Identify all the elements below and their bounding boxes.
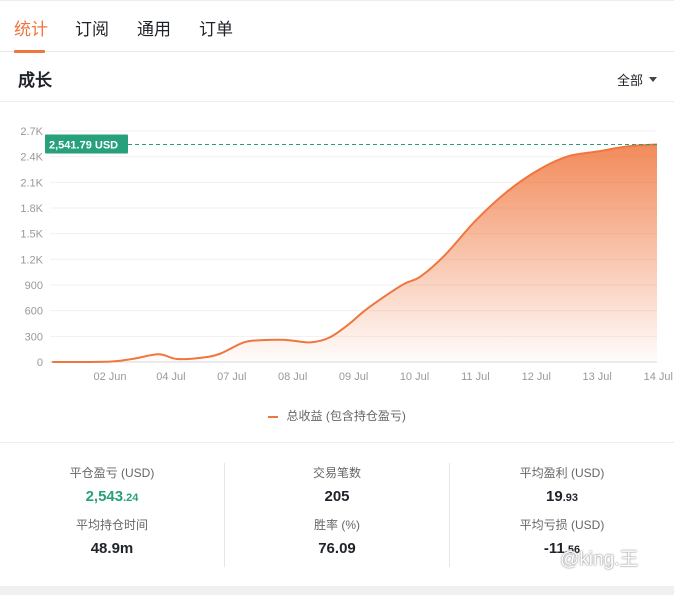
- current-value-label: 2,541.79 USD: [49, 140, 118, 152]
- x-tick-label: 04 Jul: [156, 371, 185, 383]
- stat-label: 胜率 (%): [314, 518, 360, 532]
- y-tick-label: 300: [25, 331, 43, 343]
- stat-trade-count: 交易笔数 205: [225, 464, 449, 505]
- tab-orders[interactable]: 订单: [199, 15, 233, 40]
- x-tick-label: 07 Jul: [217, 371, 246, 383]
- stat-label: 平均盈利 (USD): [519, 466, 605, 480]
- stat-value: 48.9m: [90, 540, 134, 557]
- legend-swatch: [268, 415, 279, 418]
- y-tick-label: 1.8K: [20, 203, 43, 215]
- x-tick-label: 11 Jul: [461, 371, 490, 383]
- tab-bar: 统计 订阅 通用 订单: [0, 0, 674, 53]
- tab-general[interactable]: 通用: [137, 15, 171, 40]
- legend-label: 总收益 (包含持仓盈亏): [286, 409, 406, 423]
- stats-column-middle: 交易笔数 205 胜率 (%) 76.09: [225, 455, 449, 567]
- stat-value: 2,543.24: [85, 488, 139, 505]
- stat-value: 205: [324, 488, 350, 505]
- section-title: 成长: [18, 71, 52, 90]
- footer-bar: [0, 586, 674, 595]
- y-tick-label: 1.5K: [20, 229, 43, 241]
- growth-chart[interactable]: 0 300 600 900 1.2K 1.5K 1.8K 2.1K 2.4K 2.7K 02 Ju…: [0, 110, 674, 430]
- y-tick-label: 1.2K: [20, 254, 43, 266]
- y-tick-label: 2.1K: [20, 177, 43, 189]
- x-tick-label: 02 Jun: [93, 371, 126, 383]
- x-tick-label: 10 Jul: [400, 371, 429, 383]
- y-tick-label: 2.4K: [20, 152, 43, 164]
- stats-column-left: 平仓盈亏 (USD) 2,543.24 平均持仓时间 48.9m: [0, 455, 224, 567]
- x-tick-label: 14 Jul: [644, 371, 673, 383]
- tab-statistics[interactable]: 统计: [14, 15, 48, 40]
- stat-value: 19.93: [546, 488, 578, 505]
- watermark: @king.王: [560, 549, 639, 570]
- stat-avg-hold-time: 平均持仓时间 48.9m: [0, 516, 224, 557]
- x-tick-label: 09 Jul: [339, 371, 368, 383]
- stat-label: 平仓盈亏 (USD): [69, 466, 155, 480]
- x-tick-label: 12 Jul: [522, 371, 551, 383]
- y-tick-label: 900: [25, 280, 43, 292]
- stat-win-rate: 胜率 (%) 76.09: [225, 516, 449, 557]
- series-area: [52, 144, 657, 362]
- stat-label: 平均持仓时间: [75, 518, 148, 532]
- stat-avg-profit: 平均盈利 (USD) 19.93: [450, 464, 674, 505]
- x-tick-label: 08 Jul: [278, 371, 307, 383]
- stat-value: 76.09: [318, 540, 356, 557]
- stat-label: 平均亏损 (USD): [519, 518, 605, 532]
- section-header: 成长 全部: [0, 52, 674, 102]
- chart-legend[interactable]: 总收益 (包含持仓盈亏): [0, 407, 674, 424]
- stat-label: 交易笔数: [312, 466, 361, 480]
- y-tick-label: 2.7K: [20, 126, 43, 138]
- caret-down-icon: [649, 77, 657, 82]
- y-tick-label: 600: [25, 306, 43, 318]
- range-dropdown[interactable]: 全部: [617, 70, 657, 89]
- y-tick-label: 0: [37, 357, 43, 369]
- tab-subscription[interactable]: 订阅: [75, 15, 109, 40]
- range-dropdown-label: 全部: [616, 73, 643, 88]
- x-tick-label: 13 Jul: [583, 371, 612, 383]
- stat-closed-pnl: 平仓盈亏 (USD) 2,543.24: [0, 464, 224, 505]
- divider: [0, 442, 674, 443]
